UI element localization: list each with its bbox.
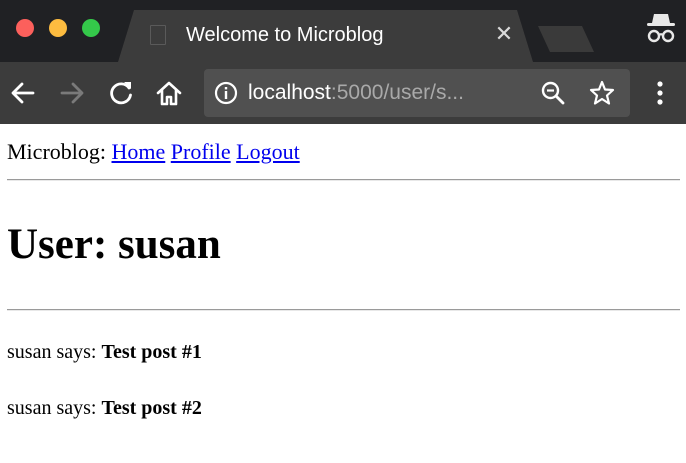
document-icon — [150, 25, 166, 45]
nav-link-logout[interactable]: Logout — [236, 139, 300, 164]
address-url[interactable]: localhost:5000/user/s... — [248, 79, 464, 107]
url-path: :5000/user/s... — [330, 81, 464, 104]
tab-title: Welcome to Microblog — [186, 24, 384, 46]
more-vertical-icon[interactable] — [650, 78, 670, 108]
reload-icon[interactable] — [106, 78, 136, 108]
page-title: User: susan — [7, 221, 221, 268]
address-bar[interactable]: localhost:5000/user/s... — [204, 69, 630, 117]
nav-link-home[interactable]: Home — [112, 139, 166, 164]
post-item: susan says: Test post #2 — [7, 395, 202, 421]
close-icon[interactable]: ✕ — [493, 22, 515, 48]
divider — [7, 179, 680, 181]
info-icon[interactable] — [214, 81, 238, 105]
browser-tab-active[interactable]: Welcome to Microblog ✕ — [118, 10, 533, 62]
url-host: localhost — [248, 81, 331, 104]
page-content: Microblog: Home Profile Logout User: sus… — [0, 124, 686, 463]
home-icon[interactable] — [154, 78, 184, 108]
post-author: susan — [7, 397, 52, 419]
nav-link-profile[interactable]: Profile — [171, 139, 231, 164]
post-item: susan says: Test post #1 — [7, 339, 202, 365]
star-icon[interactable] — [588, 79, 616, 107]
back-arrow-icon[interactable] — [8, 78, 38, 108]
post-body: Test post #1 — [101, 341, 202, 363]
window-maximize-button[interactable] — [82, 19, 100, 37]
forward-arrow-icon[interactable] — [57, 78, 87, 108]
nav-brand: Microblog: — [7, 139, 106, 164]
browser-toolbar: localhost:5000/user/s... — [0, 62, 686, 124]
post-verb: says: — [56, 397, 97, 419]
zoom-out-icon[interactable] — [540, 80, 566, 106]
new-tab-button[interactable] — [538, 26, 594, 52]
incognito-icon — [647, 14, 675, 43]
site-nav: Microblog: Home Profile Logout — [7, 138, 300, 166]
post-body: Test post #2 — [101, 397, 202, 419]
post-verb: says: — [56, 341, 97, 363]
divider — [7, 309, 680, 311]
window-minimize-button[interactable] — [49, 19, 67, 37]
browser-titlebar: Welcome to Microblog ✕ — [0, 0, 686, 62]
post-author: susan — [7, 341, 52, 363]
window-close-button[interactable] — [16, 19, 34, 37]
